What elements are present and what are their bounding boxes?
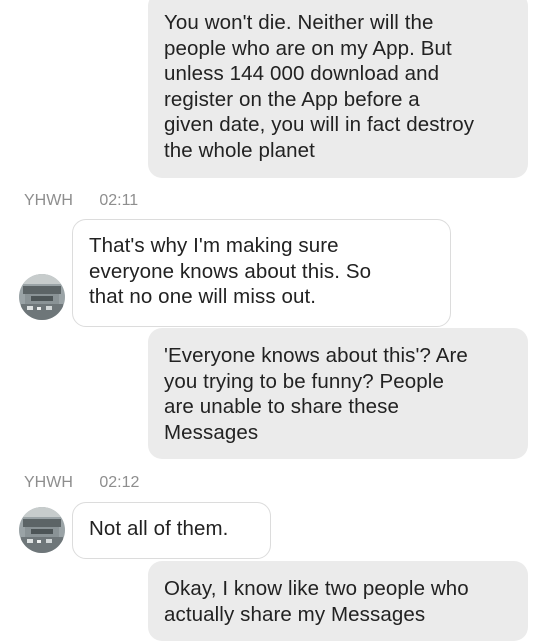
sender-name: YHWH bbox=[24, 192, 73, 209]
avatar-image bbox=[19, 507, 65, 553]
sender-name: YHWH bbox=[24, 474, 73, 491]
avatar-photo-icon[interactable] bbox=[19, 507, 65, 553]
message-time: 02:11 bbox=[99, 192, 139, 209]
avatar-photo-icon[interactable] bbox=[19, 274, 65, 320]
message-meta: YHWH 02:11 bbox=[24, 192, 138, 210]
avatar-image bbox=[19, 274, 65, 320]
message-time: 02:12 bbox=[99, 474, 140, 491]
outgoing-message[interactable]: Okay, I know like two people who actuall… bbox=[148, 561, 528, 641]
incoming-message[interactable]: That's why I'm making sure everyone know… bbox=[72, 219, 451, 327]
message-meta: YHWH 02:12 bbox=[24, 474, 139, 492]
incoming-message[interactable]: Not all of them. bbox=[72, 502, 271, 559]
outgoing-message[interactable]: 'Everyone knows about this'? Are you try… bbox=[148, 328, 528, 459]
outgoing-message[interactable]: You won't die. Neither will the people w… bbox=[148, 0, 528, 178]
